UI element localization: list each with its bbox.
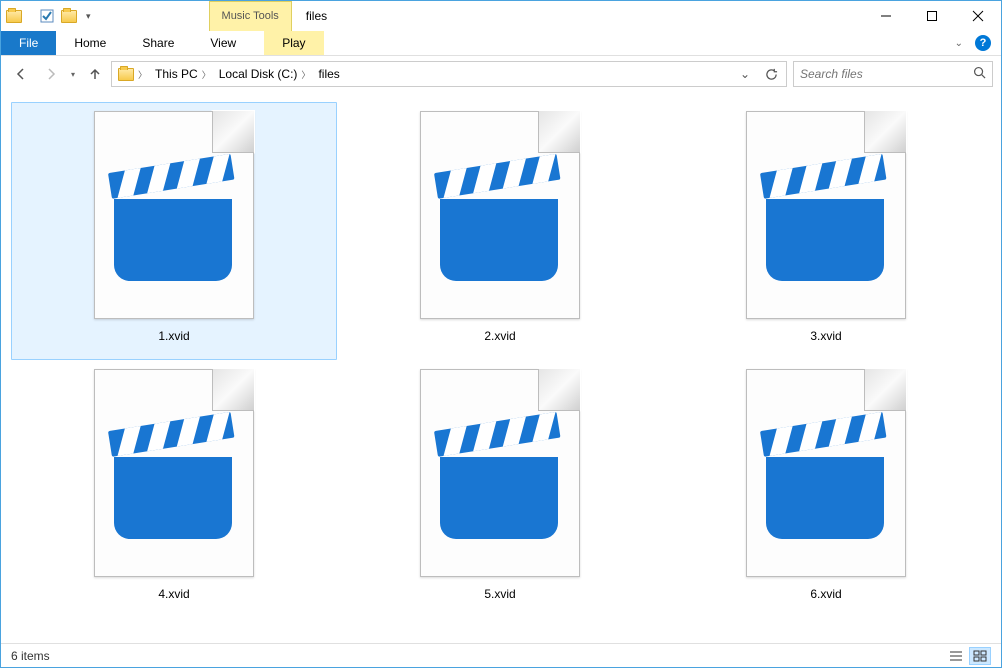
chevron-right-icon: 〉 [202,68,211,81]
breadcrumb-label: This PC [155,67,198,81]
qat-dropdown-icon[interactable]: ▾ [82,11,95,22]
breadcrumb-label: files [318,67,339,81]
file-name: 5.xvid [484,587,515,601]
expand-ribbon-icon[interactable]: ⌄ [955,38,963,49]
spacer [99,1,209,31]
breadcrumb-label: Local Disk (C:) [219,67,298,81]
properties-icon[interactable] [38,7,56,25]
video-file-icon [420,111,580,319]
title-bar: ▾ Music Tools files [1,1,1001,31]
file-item[interactable]: 6.xvid [663,360,989,618]
details-view-button[interactable] [945,647,967,665]
file-item[interactable]: 1.xvid [11,102,337,360]
search-icon[interactable] [973,66,986,82]
chevron-right-icon: 〉 [138,68,147,81]
recent-locations-icon[interactable]: ▾ [67,70,79,79]
search-input[interactable] [800,67,973,81]
folder-icon [118,68,134,81]
window-title: files [292,1,341,31]
refresh-button[interactable] [758,62,784,86]
file-name: 4.xvid [158,587,189,601]
forward-button[interactable] [37,61,65,87]
contextual-tools-tab[interactable]: Music Tools [209,1,292,31]
file-grid: 1.xvid 2.xvid 3.xvid 4.xvid 5.xvid 6.xvid [1,92,1001,643]
breadcrumb-root[interactable]: 〉 [114,62,151,86]
tools-group-label: Music Tools [222,10,279,23]
file-item[interactable]: 2.xvid [337,102,663,360]
address-bar[interactable]: 〉 This PC 〉 Local Disk (C:) 〉 files ⌄ [111,61,787,87]
close-button[interactable] [955,1,1001,31]
breadcrumb-segment[interactable]: This PC 〉 [151,62,215,86]
breadcrumb-segment[interactable]: Local Disk (C:) 〉 [215,62,315,86]
file-name: 6.xvid [810,587,841,601]
video-file-icon [94,369,254,577]
item-count: 6 items [11,649,50,663]
folder-icon [5,7,23,25]
spacer [341,1,863,31]
address-row: ▾ 〉 This PC 〉 Local Disk (C:) 〉 files ⌄ [1,56,1001,92]
large-icons-view-button[interactable] [969,647,991,665]
tab-view[interactable]: View [192,31,254,55]
file-name: 2.xvid [484,329,515,343]
search-box[interactable] [793,61,993,87]
address-dropdown-icon[interactable]: ⌄ [732,62,758,86]
chevron-right-icon: 〉 [301,68,310,81]
video-file-icon [746,369,906,577]
tab-play[interactable]: Play [264,31,323,55]
status-bar: 6 items [1,643,1001,667]
file-item[interactable]: 3.xvid [663,102,989,360]
new-folder-icon[interactable] [60,7,78,25]
file-name: 1.xvid [158,329,189,343]
up-button[interactable] [81,61,109,87]
help-icon[interactable]: ? [975,35,991,51]
breadcrumb-segment[interactable]: files [314,62,343,86]
ribbon-tabs: File Home Share View Play ⌄ ? [1,31,1001,56]
maximize-button[interactable] [909,1,955,31]
video-file-icon [94,111,254,319]
file-name: 3.xvid [810,329,841,343]
video-file-icon [420,369,580,577]
file-item[interactable]: 5.xvid [337,360,663,618]
window-controls [863,1,1001,31]
file-item[interactable]: 4.xvid [11,360,337,618]
video-file-icon [746,111,906,319]
file-tab[interactable]: File [1,31,56,55]
minimize-button[interactable] [863,1,909,31]
quick-access-toolbar: ▾ [1,1,99,31]
ribbon-right: ⌄ ? [945,31,1001,55]
spacer [324,31,945,55]
back-button[interactable] [7,61,35,87]
tab-home[interactable]: Home [56,31,124,55]
tab-share[interactable]: Share [124,31,192,55]
